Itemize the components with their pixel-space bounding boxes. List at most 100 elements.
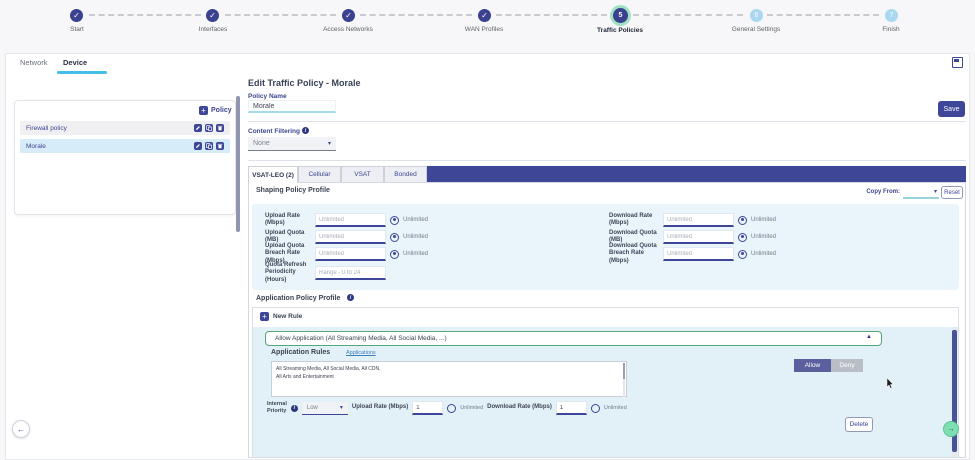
rule-upload-rate-label: Upload Rate (Mbps) (352, 404, 408, 411)
edit-policy-icon[interactable] (194, 124, 202, 132)
chevron-down-icon: ▾ (328, 140, 331, 147)
radio-label: Unlimited (403, 251, 428, 257)
textarea-scrollbar[interactable] (623, 363, 625, 397)
deny-toggle-button[interactable]: Deny (831, 359, 863, 372)
info-icon[interactable]: i (291, 405, 298, 412)
step-number: 7 (890, 12, 894, 19)
collapse-icon[interactable]: ▲ (866, 334, 872, 340)
tabbar-filler (427, 166, 966, 182)
panel-scrollbar[interactable] (236, 96, 240, 232)
delete-policy-icon[interactable] (216, 124, 224, 132)
copy-policy-icon[interactable] (205, 142, 213, 150)
step-label-general-settings: General Settings (711, 26, 801, 33)
unlimited-radio[interactable] (390, 250, 399, 259)
application-rules-label: Application Rules (271, 349, 330, 356)
step-circle-access-networks[interactable]: ✓ (342, 9, 355, 22)
field-download-breach-rate: Download Quota Breach Rate (Mbps) Unlimi… (609, 245, 794, 263)
upload-quota-input[interactable] (315, 230, 386, 244)
download-quota-input[interactable] (663, 230, 734, 244)
step-connector (360, 14, 472, 16)
rules-scrollbar-track[interactable] (952, 327, 957, 457)
copy-policy-icon[interactable] (205, 124, 213, 132)
add-policy-button[interactable]: Policy (211, 107, 232, 114)
edit-policy-icon[interactable] (194, 142, 202, 150)
dropdown-value: None (253, 140, 270, 147)
unlimited-radio[interactable] (738, 216, 747, 225)
shaping-title: Shaping Policy Profile (256, 187, 330, 194)
tab-vsat[interactable]: VSAT (341, 166, 384, 182)
tab-vsat-leo[interactable]: VSAT-LEO (2) (248, 166, 298, 183)
unlimited-radio[interactable] (738, 233, 747, 242)
copy-icon (206, 125, 212, 131)
divider (248, 121, 966, 122)
content-filtering-dropdown[interactable]: None ▾ (248, 137, 336, 151)
download-rate-input[interactable] (663, 213, 734, 227)
step-circle-finish[interactable]: 7 (885, 9, 898, 22)
tab-network[interactable]: Network (20, 58, 48, 67)
step-circle-traffic-policies[interactable]: 5 (613, 8, 628, 23)
rule-download-rate-input[interactable] (556, 401, 587, 415)
quota-refresh-input[interactable] (315, 266, 386, 280)
applications-link[interactable]: Applications (346, 350, 376, 356)
copy-icon (206, 143, 212, 149)
chevron-down-icon: ▾ (934, 188, 939, 195)
rule-download-rate-label: Download Rate (Mbps) (487, 404, 552, 411)
rule-settings-row: Internal Priority i Low ▾ Upload Rate (M… (267, 399, 567, 417)
priority-dropdown[interactable]: Low ▾ (302, 402, 348, 415)
delete-policy-icon[interactable] (216, 142, 224, 150)
rule-header[interactable]: Allow Application (All Streaming Media, … (265, 331, 882, 346)
step-connector (89, 14, 201, 16)
step-circle-general-settings[interactable]: 6 (750, 9, 763, 22)
content-filtering-label: Content Filtering (248, 128, 300, 135)
field-quota-refresh: Quota Refresh Periodicity (Hours) (265, 264, 445, 282)
tab-bonded[interactable]: Bonded (384, 166, 427, 182)
step-label-wan-profiles: WAN Profiles (439, 26, 529, 33)
unlimited-radio[interactable] (390, 216, 399, 225)
unlimited-radio[interactable] (738, 250, 747, 259)
divider (248, 160, 966, 161)
upload-rate-input[interactable] (315, 213, 386, 227)
info-icon[interactable]: i (347, 294, 354, 301)
field-label: Download Quota (MB) (609, 230, 659, 244)
allow-toggle-button[interactable]: Allow (794, 359, 831, 372)
copy-from-dropdown[interactable]: ▾ (903, 186, 939, 199)
delete-rule-button[interactable]: Delete (845, 417, 873, 432)
trash-icon (217, 125, 223, 131)
rule-header-text: Allow Application (All Streaming Media, … (275, 335, 447, 342)
next-arrow-icon: → (948, 426, 955, 433)
step-connector (496, 14, 607, 16)
application-rules-textarea[interactable]: All Streaming Media, All Social Media, A… (271, 361, 627, 397)
mouse-cursor (886, 378, 894, 389)
radio-label: Unlimited (403, 217, 428, 223)
rule-upload-rate-input[interactable] (412, 401, 443, 415)
panel-toggle-icon[interactable] (952, 57, 963, 68)
unlimited-radio[interactable] (591, 404, 600, 413)
check-icon: ✓ (209, 11, 216, 20)
next-button[interactable]: → (943, 421, 959, 437)
step-label-interfaces: Interfaces (168, 26, 258, 33)
field-label: Upload Quota (MB) (265, 230, 311, 244)
info-icon[interactable]: i (302, 127, 309, 134)
field-label: Quota Refresh Periodicity (Hours) (265, 262, 311, 284)
pencil-icon (195, 143, 201, 149)
unlimited-radio[interactable] (447, 404, 456, 413)
field-label: Download Rate (Mbps) (609, 213, 659, 227)
unlimited-radio[interactable] (390, 233, 399, 242)
radio-label: Unlimited (751, 234, 776, 240)
radio-label: Unlimited (604, 405, 627, 411)
new-rule-button[interactable]: New Rule (273, 313, 302, 320)
back-button[interactable]: ← (12, 420, 30, 438)
save-button[interactable]: Save (938, 101, 965, 117)
field-upload-breach-rate: Upload Quota Breach Rate (Mbps) Unlimite… (265, 245, 445, 263)
tab-cellular[interactable]: Cellular (298, 166, 341, 182)
step-circle-interfaces[interactable]: ✓ (206, 9, 219, 22)
step-label-finish: Finish (846, 26, 936, 33)
step-circle-start[interactable]: ✓ (70, 9, 83, 22)
tab-device[interactable]: Device (63, 58, 87, 67)
download-breach-rate-input[interactable] (663, 247, 734, 261)
upload-breach-rate-input[interactable] (315, 247, 386, 261)
reset-button[interactable]: Reset (941, 186, 963, 199)
policy-name-input[interactable] (248, 100, 336, 113)
step-circle-wan-profiles[interactable]: ✓ (478, 9, 491, 22)
step-label-start: Start (32, 26, 122, 33)
